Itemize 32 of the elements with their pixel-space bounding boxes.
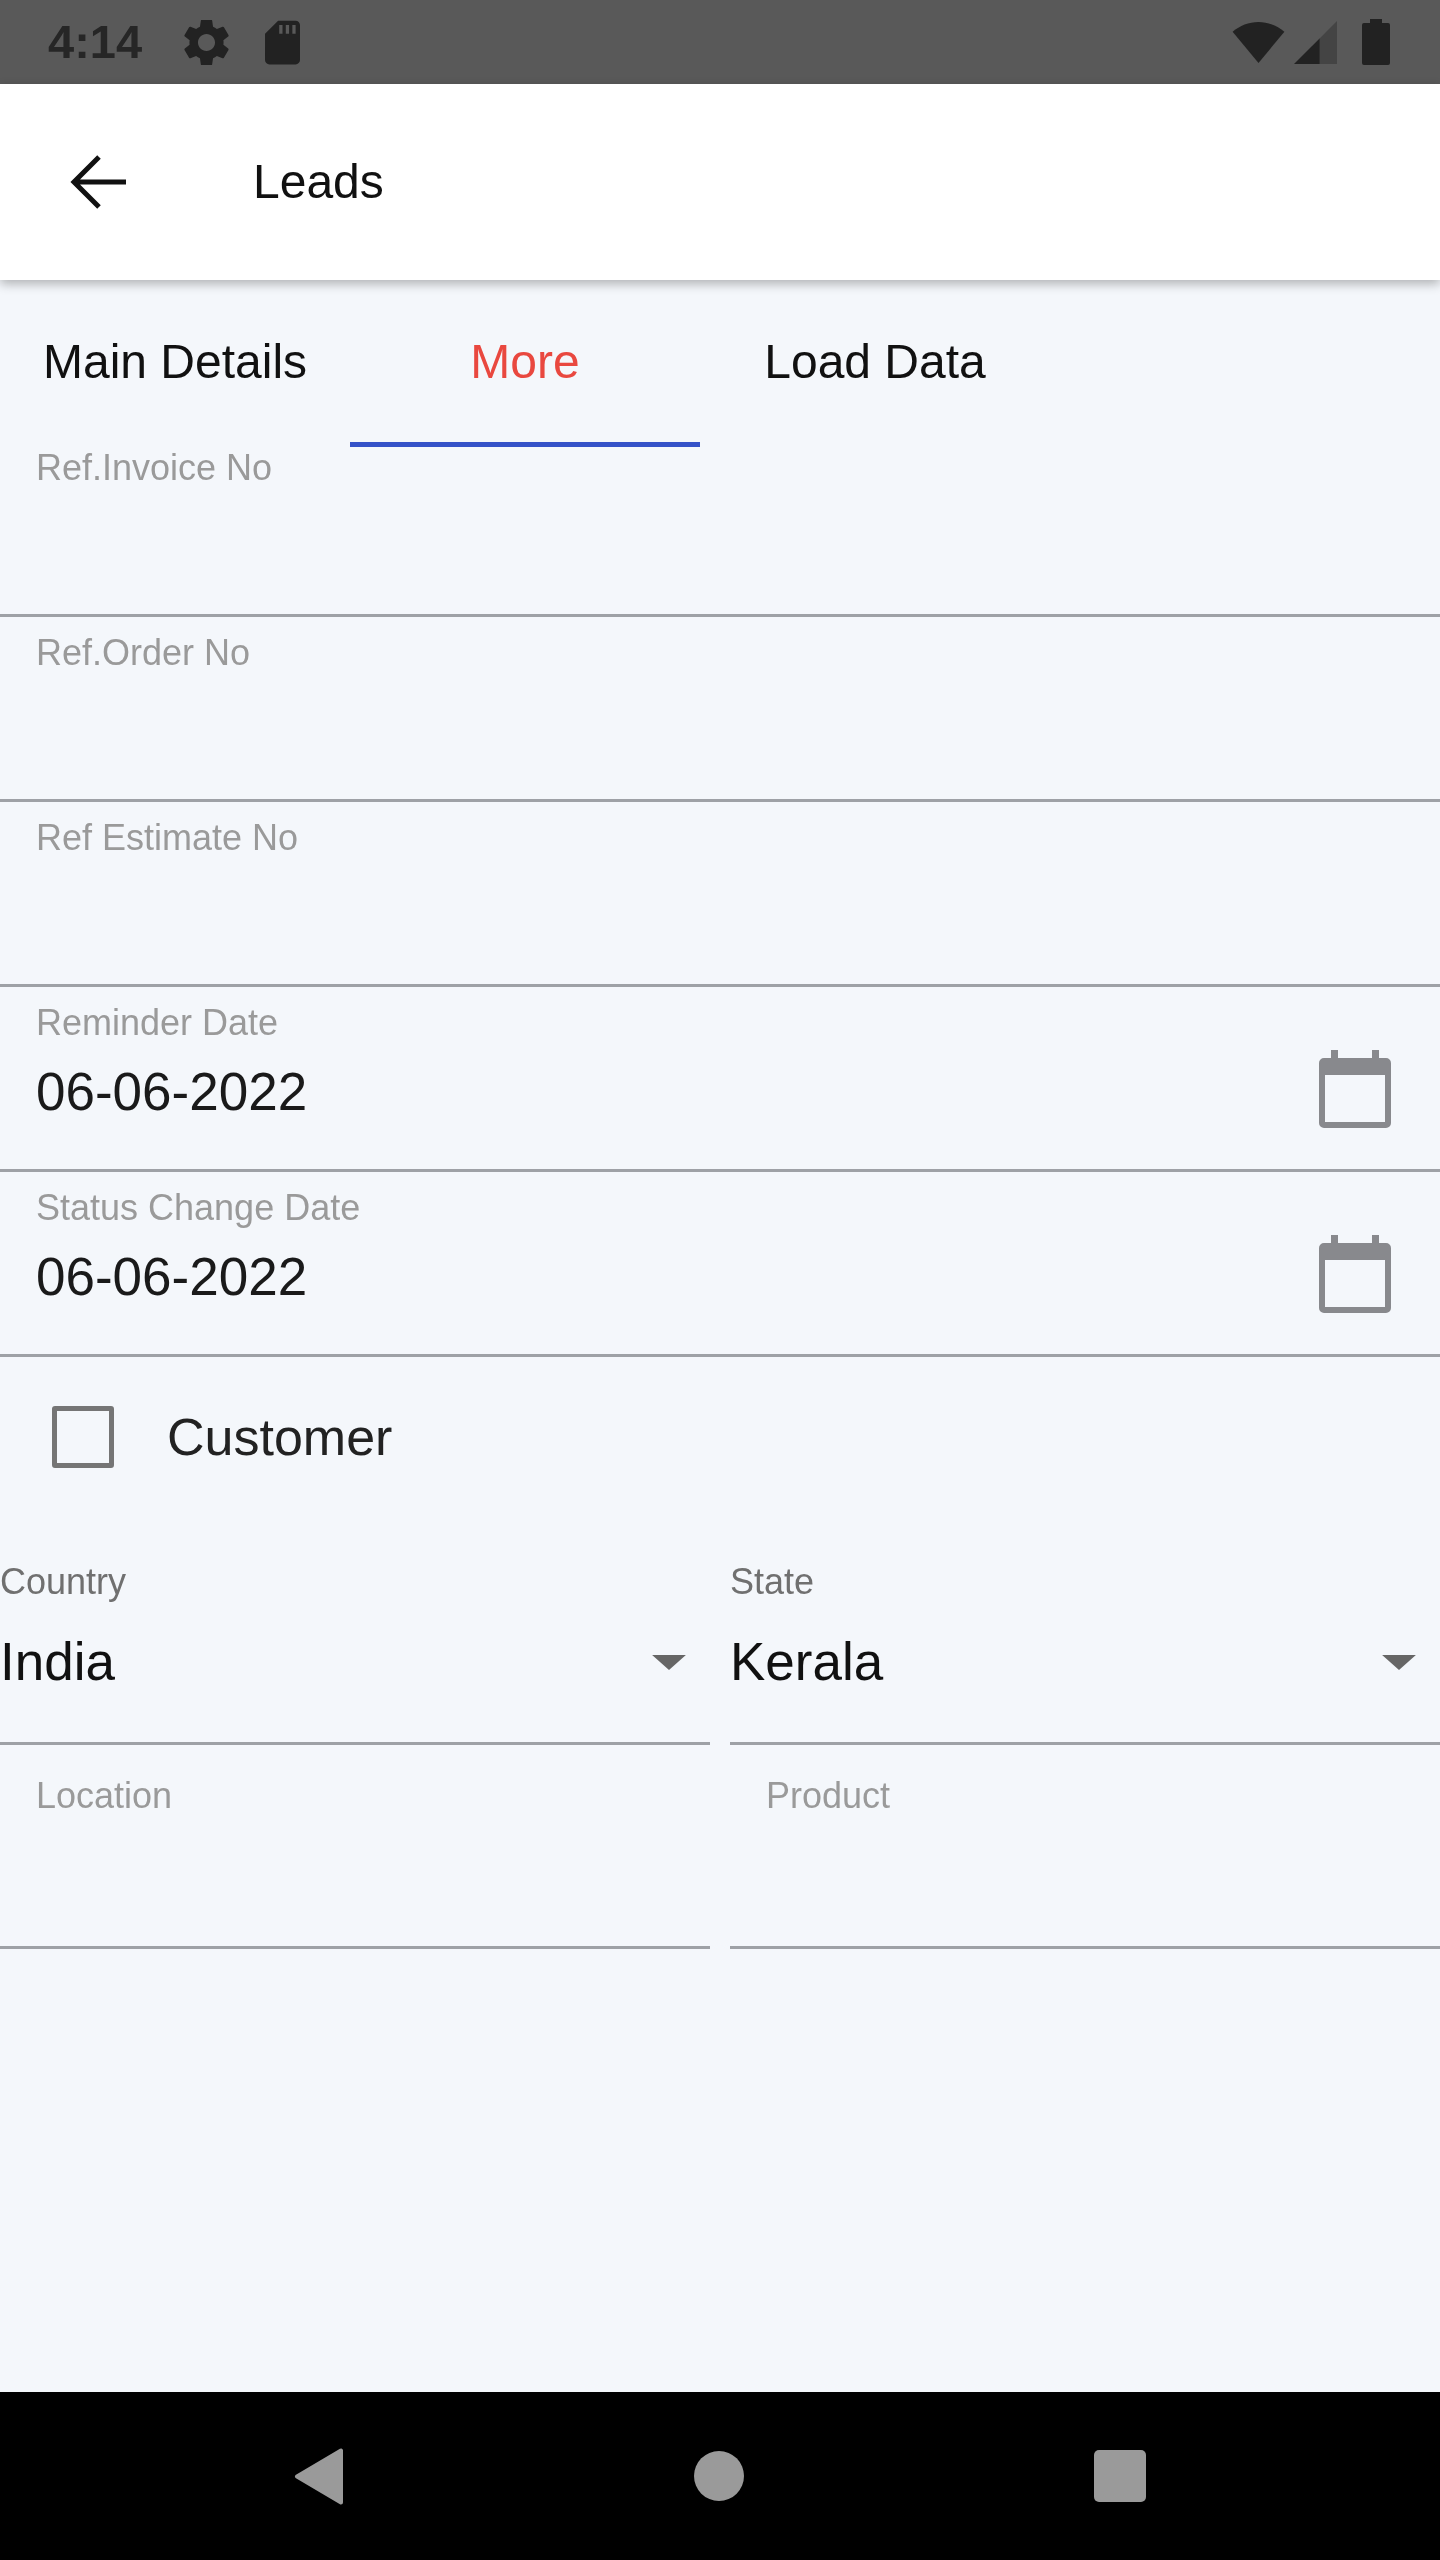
sd-card-icon <box>265 19 301 65</box>
date-field[interactable]: 06-06-2022 <box>36 1060 1319 1124</box>
dropdown[interactable]: India <box>0 1603 710 1745</box>
field-label: Location <box>36 1775 173 1817</box>
field-label: Product <box>766 1775 891 1817</box>
caret-icon <box>652 1655 686 1670</box>
field-label: Ref.Invoice No <box>36 447 273 489</box>
back-arrow-icon <box>70 155 126 209</box>
calendar-icon[interactable] <box>1319 1050 1391 1128</box>
checkbox-label: Customer <box>167 1407 393 1467</box>
back-button[interactable] <box>70 155 126 209</box>
tab[interactable]: Load Data <box>700 280 1050 447</box>
field-label: State <box>730 1561 815 1603</box>
field-label: Reminder Date <box>36 1002 279 1044</box>
date-field[interactable]: 06-06-2022 <box>36 1245 1319 1309</box>
field-label: Country <box>0 1561 127 1603</box>
signal-icon <box>1294 20 1337 64</box>
calendar-icon[interactable] <box>1319 1235 1391 1313</box>
checkbox[interactable] <box>52 1406 114 1468</box>
battery-icon <box>1362 19 1390 65</box>
settings-icon <box>184 19 230 65</box>
tab[interactable]: Main Details <box>0 280 350 447</box>
dropdown[interactable]: Kerala <box>730 1603 1440 1745</box>
page-title: Leads <box>253 154 384 210</box>
field-label: Ref.Order No <box>36 632 251 674</box>
nav-home-icon[interactable] <box>694 2451 744 2501</box>
nav-back-icon[interactable] <box>294 2447 344 2505</box>
caret-icon <box>1382 1655 1416 1670</box>
wifi-icon <box>1232 21 1285 63</box>
field-label: Status Change Date <box>36 1187 361 1229</box>
tab[interactable]: More <box>350 280 700 447</box>
field-label: Ref Estimate No <box>36 817 299 859</box>
